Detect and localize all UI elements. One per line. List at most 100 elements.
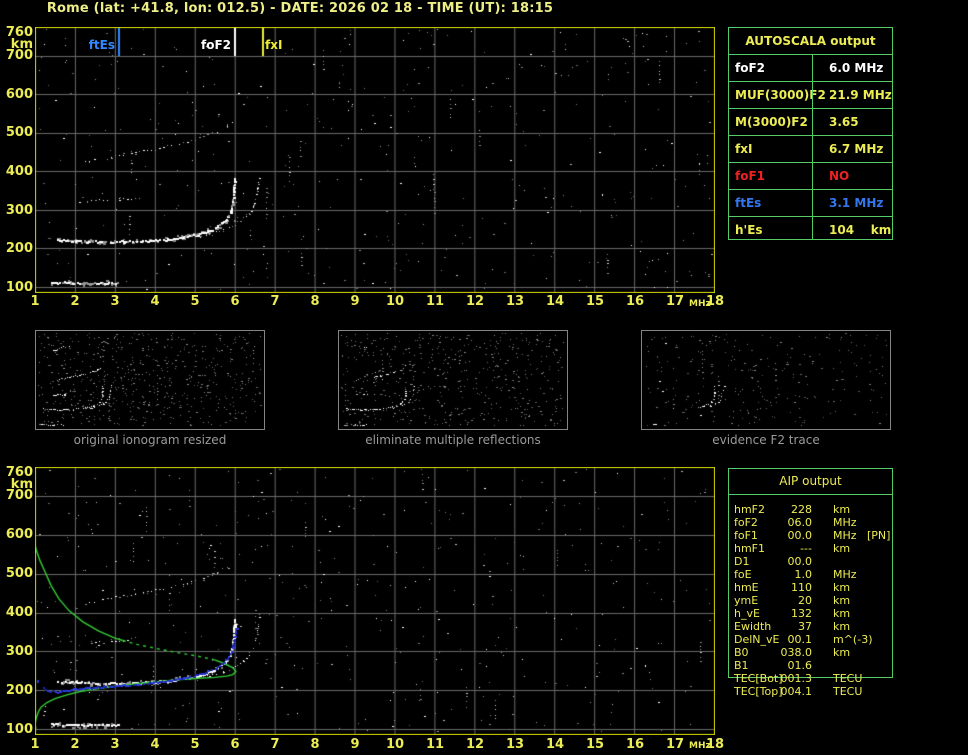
- aip-row-Ewidth: Ewidth 37 km: [728, 621, 903, 633]
- x-tick-label: 7: [270, 737, 280, 752]
- ionogram-plot-top: [35, 27, 715, 293]
- x-tick-label: 2: [70, 294, 80, 309]
- aip-val: 00.0: [787, 555, 813, 568]
- y-tick-label: 400: [5, 605, 33, 620]
- autoscala-row-fxI: fxI 6.7 MHz: [729, 135, 892, 162]
- y-tick-label: 700: [5, 48, 33, 63]
- aip-row-ymE: ymE 20 km: [728, 595, 903, 607]
- x-tick-label: 15: [585, 294, 605, 309]
- thumbnail-label-original: original ionogram resized: [73, 433, 227, 447]
- x-tick-label: 17: [665, 294, 685, 309]
- aip-val: 00.0: [787, 529, 813, 542]
- marker-label-ftEs: ftEs: [88, 38, 115, 52]
- autoscala-row-value: 3.1 MHz: [829, 196, 884, 210]
- autoscala-table-rows: foF2 6.0 MHz MUF(3000)F2 21.9 MHz M(3000)F2 3…: [729, 55, 892, 243]
- aip-unit: TECU: [833, 685, 863, 698]
- aip-val: 06.0: [787, 516, 813, 529]
- y-tick-label: 600: [5, 87, 33, 102]
- x-tick-label: 16: [625, 294, 645, 309]
- aip-unit: m^(-3): [833, 633, 873, 646]
- aip-val: 001.3: [780, 672, 813, 685]
- x-tick-label: 7: [270, 294, 280, 309]
- autoscala-row-value: 21.9 MHz: [829, 88, 892, 102]
- aip-row-B0: B0 038.0 km: [728, 647, 903, 659]
- marker-label-fxI: fxI: [265, 38, 283, 52]
- aip-unit: km: [833, 607, 851, 620]
- y-tick-label: 100: [5, 722, 33, 737]
- autoscala-row-value: 104 km: [829, 223, 892, 237]
- aip-unit: km: [833, 646, 851, 659]
- aip-row-h_vE: h_vE 132 km: [728, 608, 903, 620]
- y-tick-label: 200: [5, 683, 33, 698]
- x-tick-label: 12: [465, 737, 485, 752]
- aip-row-hmF2: hmF2 228 km: [728, 504, 903, 516]
- aip-val: 1.0: [794, 568, 813, 581]
- thumbnail-eliminate-reflections: [338, 330, 568, 430]
- aip-row-DelN_vE: DelN_vE 00.1 m^(-3): [728, 634, 903, 646]
- aip-unit: km: [833, 581, 851, 594]
- aip-extra: [PN]: [867, 529, 891, 542]
- x-tick-label: 11: [425, 294, 445, 309]
- x-tick-label: 14: [545, 294, 565, 309]
- x-tick-label: 9: [350, 294, 360, 309]
- x-tick-label: 3: [110, 294, 120, 309]
- x-tick-label: 14: [545, 737, 565, 752]
- aip-table-rows: hmF2 228 km foF2 06.0 MHz foF1 00.0 MHz [PN] hmF1-…: [728, 504, 903, 704]
- thumbnail-label-eliminate: eliminate multiple reflections: [365, 433, 541, 447]
- autoscala-row-label: foF2: [735, 61, 766, 75]
- x-tick-label: 5: [190, 294, 200, 309]
- y-tick-label: 760: [5, 465, 33, 480]
- x-tick-label: 5: [190, 737, 200, 752]
- autoscala-row-h'Es: h'Es 104 km: [729, 216, 892, 243]
- aip-unit: km: [833, 542, 851, 555]
- x-tick-label: 4: [150, 294, 160, 309]
- autoscala-row-label: M(3000)F2: [735, 115, 808, 129]
- autoscala-output-table: AUTOSCALA output foF2 6.0 MHz MUF(3000)F2 2…: [728, 27, 893, 240]
- autoscala-row-foF2: foF2 6.0 MHz: [729, 55, 892, 81]
- x-tick-label: 1: [30, 737, 40, 752]
- y-tick-label: 300: [5, 203, 33, 218]
- autoscala-row-value: 6.0 MHz: [829, 61, 884, 75]
- aip-row-TEC[Bot]: TEC[Bot] 001.3 TECU: [728, 673, 903, 685]
- aip-row-B1: B1 01.6: [728, 660, 903, 672]
- x-tick-label: 12: [465, 294, 485, 309]
- thumbnail-original-ionogram: [35, 330, 265, 430]
- aip-row-hmE: hmE 110 km: [728, 582, 903, 594]
- x-tick-label: 13: [505, 737, 525, 752]
- x-tick-label: 4: [150, 737, 160, 752]
- autoscala-row-ftEs: ftEs 3.1 MHz: [729, 189, 892, 216]
- x-tick-label: 15: [585, 737, 605, 752]
- autoscala-table-title: AUTOSCALA output: [729, 28, 892, 55]
- autoscala-column-divider: [812, 55, 813, 239]
- aip-val: ---: [800, 542, 812, 555]
- x-tick-label: 18: [705, 294, 725, 309]
- aip-unit: km: [833, 503, 851, 516]
- aip-val: 20: [798, 594, 812, 607]
- aip-name: B1: [734, 659, 749, 672]
- aip-row-TEC[Top]: TEC[Top] 004.1 TECU: [728, 686, 903, 698]
- autoscala-row-label: foF1: [735, 169, 766, 183]
- ionogram-plot-bottom: [35, 467, 715, 735]
- aip-unit: TECU: [833, 672, 863, 685]
- y-tick-label: 500: [5, 125, 33, 140]
- y-tick-label: 300: [5, 644, 33, 659]
- thumbnail-evidence-f2-trace: [641, 330, 891, 430]
- autoscala-row-MUF(3000)F2: MUF(3000)F2 21.9 MHz: [729, 81, 892, 108]
- y-tick-label: 500: [5, 566, 33, 581]
- aip-val: 01.6: [787, 659, 813, 672]
- aip-val: 37: [798, 620, 812, 633]
- aip-row-D1: D1 00.0: [728, 556, 903, 568]
- autoscala-row-M(3000)F2: M(3000)F2 3.65: [729, 108, 892, 135]
- autoscala-row-value: 6.7 MHz: [829, 142, 884, 156]
- x-tick-label: 16: [625, 737, 645, 752]
- aip-val: 00.1: [787, 633, 813, 646]
- autoscala-row-foF1: foF1 NO: [729, 162, 892, 189]
- y-tick-label: 100: [5, 280, 33, 295]
- x-tick-label: 17: [665, 737, 685, 752]
- aip-table-title: AIP output: [729, 469, 892, 495]
- autoscala-row-value: NO: [829, 169, 850, 183]
- thumbnail-label-evidence: evidence F2 trace: [712, 433, 820, 447]
- x-tick-label: 3: [110, 737, 120, 752]
- aip-row-hmF1: hmF1 --- km: [728, 543, 903, 555]
- x-tick-label: 11: [425, 737, 445, 752]
